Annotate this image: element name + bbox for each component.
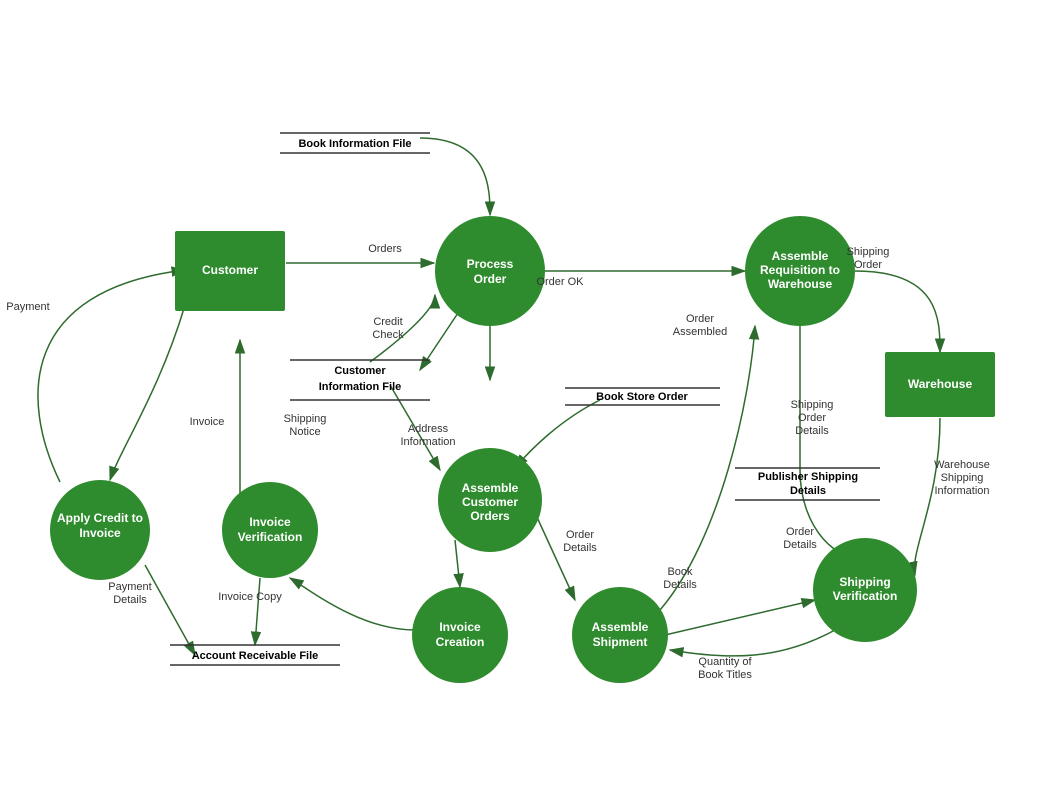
label-shipping-notice: Shipping <box>284 413 327 425</box>
assemble-customer-label1: Assemble <box>462 481 519 495</box>
flow-shipping-to-shipment <box>670 630 835 656</box>
flow-process-to-cif <box>420 310 460 370</box>
flow-customer-to-apply <box>110 305 185 480</box>
assemble-shipment-label1: Assemble <box>592 620 649 634</box>
label-cif-line1: Customer <box>334 365 386 377</box>
label-shipping-order-details: Shipping <box>791 399 834 411</box>
flow-book-info-to-process <box>420 138 490 215</box>
label-order-assembled: Order <box>686 313 714 325</box>
flow-req-to-shipping-det <box>800 326 865 557</box>
label-shipping-order: Shipping <box>847 246 890 258</box>
label-payment: Payment <box>6 301 49 313</box>
invoice-creation-label1: Invoice <box>439 620 481 634</box>
assemble-shipment-label2: Shipment <box>593 635 648 649</box>
label-credit-check2: Check <box>372 329 404 341</box>
label-psd-line1: Publisher Shipping <box>758 471 858 483</box>
label-book-details: Book <box>667 566 693 578</box>
label-shipping-order-details2: Order <box>798 412 826 424</box>
label-address-info2: Information <box>400 436 455 448</box>
flow-assemble-to-invoice <box>455 540 460 587</box>
process-order-label: Process <box>467 257 514 271</box>
label-cif-line2: Information File <box>319 381 402 393</box>
label-warehouse-shipping2: Shipping <box>941 472 984 484</box>
label-payment-details2: Details <box>113 594 147 606</box>
diagram-canvas: Book Information File Customer Informati… <box>0 0 1056 794</box>
label-credit-check: Credit <box>373 316 402 328</box>
label-invoice-copy: Invoice Copy <box>218 591 282 603</box>
shipping-verification-label2: Verification <box>833 589 898 603</box>
flow-req-to-warehouse <box>855 271 940 352</box>
assemble-req-label1: Assemble <box>772 249 829 263</box>
label-warehouse-shipping: Warehouse <box>934 459 990 471</box>
flow-shipment-to-shipping-ver <box>665 600 815 635</box>
label-payment-details: Payment <box>108 581 151 593</box>
assemble-customer-label2: Customer <box>462 495 518 509</box>
label-orders: Orders <box>368 243 402 255</box>
flow-assemble-to-shipment <box>536 515 575 600</box>
label-book-info: Book Information File <box>298 138 411 150</box>
label-order-details2: Details <box>563 542 597 554</box>
label-psd-line2: Details <box>790 485 826 497</box>
label-book-details2: Details <box>663 579 697 591</box>
shipping-verification-label1: Shipping <box>839 575 890 589</box>
flow-apply-to-customer <box>38 270 185 482</box>
invoice-verification-label2: Verification <box>238 530 303 544</box>
label-ar: Account Receivable File <box>192 650 319 662</box>
label-order-assembled2: Assembled <box>673 326 727 338</box>
label-qty-book-titles2: Book Titles <box>698 669 752 681</box>
assemble-customer-label3: Orders <box>470 509 510 523</box>
label-order-ok: Order OK <box>536 276 584 288</box>
label-bso: Book Store Order <box>596 391 688 403</box>
label-qty-book-titles: Quantity of <box>698 656 752 668</box>
entity-customer-label: Customer <box>202 263 258 277</box>
label-invoice: Invoice <box>190 416 225 428</box>
label-shipping-notice2: Notice <box>289 426 320 438</box>
label-warehouse-shipping3: Information <box>934 485 989 497</box>
entity-warehouse-label: Warehouse <box>908 377 973 391</box>
invoice-creation-label2: Creation <box>436 635 485 649</box>
apply-credit-label2: Invoice <box>79 526 121 540</box>
process-order-label2: Order <box>474 272 507 286</box>
label-address-info: Address <box>408 423 449 435</box>
flow-invoice-to-verification <box>290 578 415 630</box>
label-shipping-order-details3: Details <box>795 425 829 437</box>
label-order-details-psd: Order <box>786 526 814 538</box>
flow-bso-to-assemble <box>515 400 600 468</box>
label-order-details-psd2: Details <box>783 539 817 551</box>
flow-verification-to-ar <box>255 578 260 645</box>
assemble-req-label3: Warehouse <box>768 277 833 291</box>
invoice-verification-label1: Invoice <box>249 515 291 529</box>
apply-credit-label1: Apply Credit to <box>57 511 143 525</box>
flow-apply-to-ar <box>145 565 195 655</box>
label-order-details: Order <box>566 529 594 541</box>
label-shipping-order2: Order <box>854 259 882 271</box>
assemble-req-label2: Requisition to <box>760 263 840 277</box>
